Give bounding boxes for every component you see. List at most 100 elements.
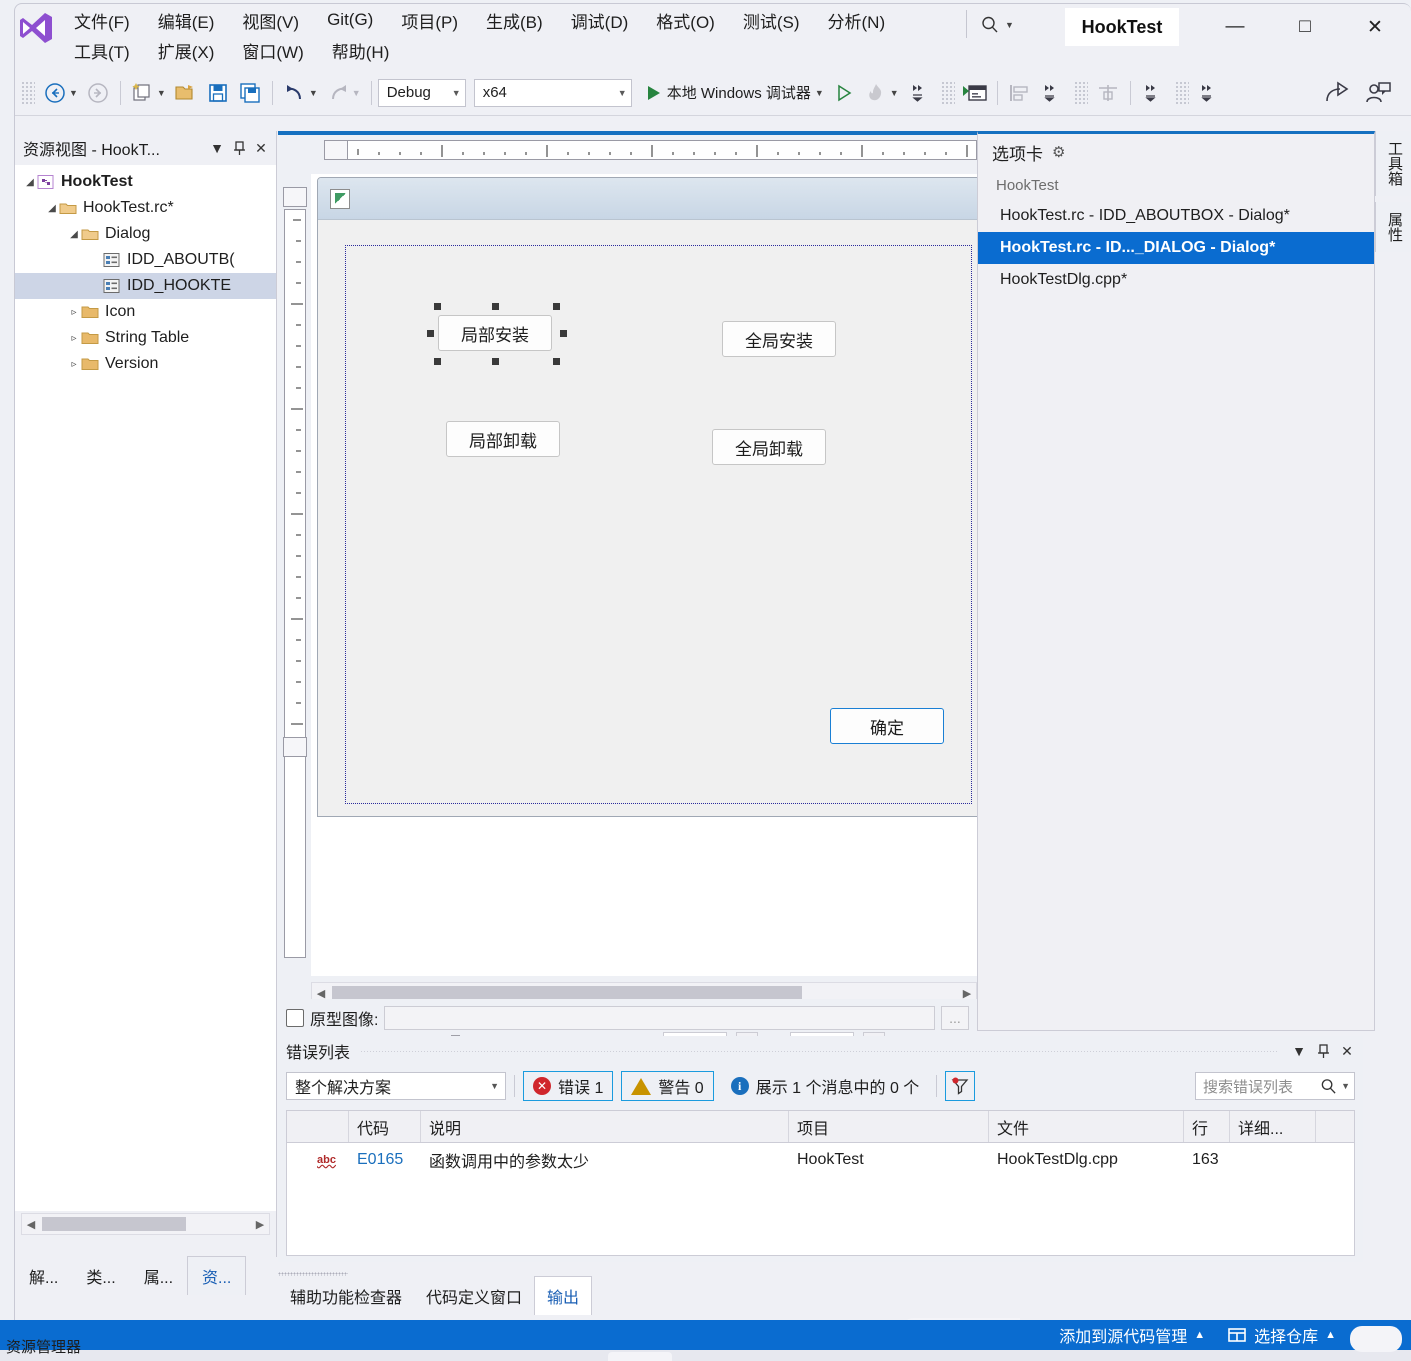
panel-dropdown-icon[interactable]: ▼ (1287, 1039, 1311, 1063)
tab-list-item-3[interactable]: HookTestDlg.cpp* (978, 264, 1374, 296)
twisty-icon[interactable]: ◢ (23, 177, 37, 188)
resize-handle[interactable] (434, 358, 441, 365)
chevron-down-icon[interactable]: ▼ (1341, 1081, 1350, 1091)
menu-project[interactable]: 项目(P) (387, 6, 472, 35)
start-without-debugging-button[interactable] (829, 78, 859, 108)
align-options-button[interactable] (1037, 78, 1067, 108)
tree-node-idd-aboutb[interactable]: IDD_ABOUTB( (15, 247, 276, 273)
tab-list-item-1[interactable]: HookTest.rc - IDD_ABOUTBOX - Dialog* (978, 200, 1374, 232)
dock-tab-输出[interactable]: 输出 (534, 1276, 593, 1315)
menu-build[interactable]: 生成(B) (472, 6, 557, 35)
toolbox-tab[interactable]: 工具箱 (1375, 131, 1411, 196)
messages-filter-button[interactable]: i 展示 1 个消息中的 0 个 (722, 1071, 929, 1101)
new-project-button[interactable] (128, 78, 158, 108)
resource-tree-hscrollbar[interactable]: ◀ ▶ (21, 1213, 270, 1235)
resize-handle[interactable] (553, 303, 560, 310)
add-to-source-control-button[interactable]: 添加到源代码管理 ▲ (1048, 1320, 1216, 1350)
left-tab-资[interactable]: 资... (187, 1256, 247, 1295)
tree-node-hooktest-rc[interactable]: ◢ HookTest.rc* (15, 195, 276, 221)
menu-extensions[interactable]: 扩展(X) (144, 36, 229, 65)
dialog-button-1[interactable]: 局部安装 (438, 315, 552, 351)
dialog-preview[interactable]: 局部安装 全局安装 局部卸载 全局卸载 确定 (317, 177, 977, 817)
scroll-right-icon[interactable]: ▶ (251, 1218, 269, 1231)
browse-button[interactable]: ... (941, 1006, 969, 1030)
scroll-left-icon[interactable]: ◀ (312, 987, 330, 1000)
gear-icon[interactable]: ⚙ (1052, 143, 1065, 161)
table-row[interactable]: abc E0165 函数调用中的参数太少 HookTest HookTestDl… (287, 1143, 1354, 1177)
size-options-button[interactable] (1194, 78, 1224, 108)
open-file-button[interactable] (171, 78, 201, 108)
scroll-left-icon[interactable]: ◀ (22, 1218, 40, 1231)
menu-view[interactable]: 视图(V) (228, 6, 313, 35)
solution-configuration-combo[interactable]: Debug ▼ (377, 78, 466, 107)
menu-help[interactable]: 帮助(H) (318, 36, 404, 65)
start-debugging-dropdown[interactable]: ▼ (815, 88, 824, 98)
filter-toggle-button[interactable] (945, 1071, 976, 1101)
resize-handle[interactable] (427, 329, 434, 337)
left-tab-类[interactable]: 类... (72, 1257, 129, 1295)
align-lefts-button[interactable] (1005, 78, 1035, 108)
left-tab-解[interactable]: 解... (15, 1257, 72, 1295)
spacing-options-button[interactable] (1138, 78, 1168, 108)
select-repository-button[interactable]: 选择仓库 ▲ (1216, 1320, 1347, 1350)
prototype-image-path-input[interactable] (384, 1006, 935, 1030)
tree-node-idd-hookte[interactable]: IDD_HOOKTE (15, 273, 276, 299)
menu-git[interactable]: Git(G) (313, 8, 387, 32)
twisty-icon[interactable]: ▹ (67, 359, 81, 370)
pin-icon[interactable] (228, 137, 250, 159)
redo-dropdown[interactable]: ▼ (352, 88, 361, 98)
dock-tab-代码定义窗口[interactable]: 代码定义窗口 (414, 1277, 534, 1315)
twisty-icon[interactable]: ▹ (67, 333, 81, 344)
dialog-button-2[interactable]: 全局安装 (722, 321, 836, 357)
center-vertically-button[interactable] (1093, 78, 1123, 108)
resize-handle[interactable] (560, 329, 567, 337)
twisty-icon[interactable]: ▹ (67, 307, 81, 318)
col-header-project[interactable]: 项目 (789, 1111, 989, 1142)
close-icon[interactable]: ✕ (250, 137, 272, 159)
share-button[interactable] (1322, 78, 1352, 108)
step-options-button[interactable] (904, 78, 934, 108)
toolbar-grip-3[interactable] (1073, 80, 1088, 105)
resize-handle[interactable] (491, 358, 499, 365)
col-header-line[interactable]: 行 (1184, 1111, 1230, 1142)
hot-reload-button[interactable] (861, 78, 891, 108)
menu-tools[interactable]: 工具(T) (60, 36, 144, 65)
col-header-desc[interactable]: 说明 (421, 1111, 789, 1142)
scrollbar-thumb[interactable] (332, 986, 802, 1000)
menu-file[interactable]: 文件(F) (60, 6, 144, 35)
new-project-dropdown[interactable]: ▼ (157, 88, 166, 98)
minimize-button[interactable]: — (1212, 8, 1258, 46)
live-visual-tree-button[interactable] (960, 78, 990, 108)
menu-analyze[interactable]: 分析(N) (814, 6, 900, 35)
col-header-file[interactable]: 文件 (989, 1111, 1184, 1142)
properties-tab[interactable]: 属性 (1375, 202, 1411, 252)
save-button[interactable] (203, 78, 233, 108)
dialog-button-5[interactable]: 确定 (830, 708, 944, 744)
resize-handle[interactable] (491, 303, 499, 310)
menu-window[interactable]: 窗口(W) (228, 36, 317, 65)
navigate-backward-button[interactable] (40, 78, 70, 108)
menu-format[interactable]: 格式(O) (642, 6, 729, 35)
navigate-backward-dropdown[interactable]: ▼ (69, 88, 78, 98)
toolbar-grip-2[interactable] (940, 80, 955, 105)
tree-node-hooktest[interactable]: ◢ HookTest (15, 169, 276, 195)
panel-dropdown-icon[interactable]: ▼ (206, 137, 228, 159)
col-header-icon[interactable] (287, 1111, 349, 1142)
tree-node-version[interactable]: ▹ Version (15, 351, 276, 377)
toolbar-grip-4[interactable] (1174, 80, 1189, 105)
tree-node-string-table[interactable]: ▹ String Table (15, 325, 276, 351)
tab-list-item-2[interactable]: HookTest.rc - ID..._DIALOG - Dialog* (978, 232, 1374, 264)
dialog-button-3[interactable]: 局部卸载 (446, 421, 560, 457)
account-button[interactable] (1363, 78, 1393, 108)
dock-tab-辅助功能检查器[interactable]: 辅助功能检查器 (278, 1277, 414, 1315)
col-header-detail[interactable]: 详细... (1230, 1111, 1316, 1142)
resize-handle[interactable] (553, 358, 560, 365)
error-search-input[interactable]: 搜索错误列表 ▼ (1195, 1072, 1355, 1100)
twisty-icon[interactable]: ◢ (45, 203, 59, 214)
undo-button[interactable] (280, 78, 310, 108)
warnings-filter-button[interactable]: 警告 0 (621, 1071, 714, 1101)
pin-icon[interactable] (1311, 1039, 1335, 1063)
menu-test[interactable]: 测试(S) (729, 6, 814, 35)
twisty-icon[interactable]: ◢ (67, 229, 81, 240)
error-scope-combo[interactable]: 整个解决方案 ▼ (286, 1072, 506, 1100)
